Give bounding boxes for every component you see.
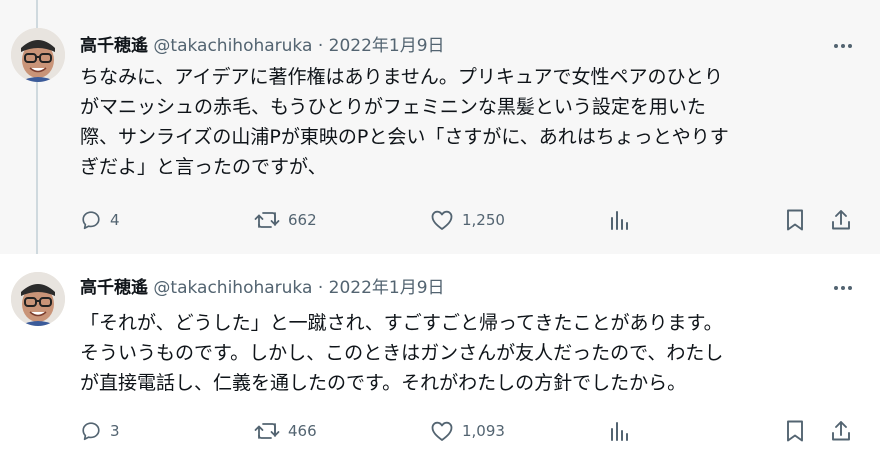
- share-icon: [832, 421, 850, 441]
- separator-dot: ·: [317, 36, 324, 56]
- bookmark-icon: [787, 420, 803, 442]
- reply-button[interactable]: 4: [80, 206, 120, 234]
- tweet-text: ちなみに、アイデアに著作権はありません。プリキュアで女性ペアのひとり がマニッシ…: [80, 66, 729, 178]
- tweet-text: 「それが、どうした」と一蹴され、すごすごと帰ってきたことがあります。 そういうも…: [80, 312, 724, 394]
- more-dots-icon: [834, 286, 852, 290]
- tweet-header: 高千穂遙 @takachihoharuka · 2022年1月9日: [80, 34, 445, 58]
- tweet-header: 高千穂遙 @takachihoharuka · 2022年1月9日: [80, 276, 445, 300]
- separator-dot: ·: [317, 278, 324, 298]
- more-options-button[interactable]: [831, 276, 855, 300]
- reply-icon: [82, 211, 100, 230]
- views-button[interactable]: [608, 206, 630, 234]
- retweet-count: 466: [288, 422, 317, 440]
- heart-icon: [431, 421, 453, 441]
- bookmark-icon: [787, 209, 803, 231]
- reply-icon: [82, 422, 100, 441]
- retweet-count: 662: [288, 211, 317, 229]
- share-button[interactable]: [830, 417, 852, 445]
- tweet-date[interactable]: 2022年1月9日: [329, 278, 445, 298]
- retweet-icon: [254, 423, 280, 439]
- views-chart-icon: [611, 422, 628, 441]
- tweet-actions: 3 466 1,093: [80, 417, 860, 445]
- share-button[interactable]: [830, 206, 852, 234]
- tweet[interactable]: 高千穂遙 @takachihoharuka · 2022年1月9日 「それが、ど…: [0, 254, 880, 471]
- retweet-button[interactable]: 662: [254, 206, 317, 234]
- bookmark-button[interactable]: [784, 206, 806, 234]
- avatar[interactable]: [11, 272, 65, 326]
- avatar[interactable]: [11, 28, 65, 82]
- tweet-actions: 4 662 1,250: [80, 206, 860, 234]
- author-handle[interactable]: @takachihoharuka: [153, 278, 312, 298]
- heart-icon: [431, 210, 453, 230]
- share-icon: [832, 210, 850, 230]
- thread-line: [36, 0, 38, 28]
- like-button[interactable]: 1,093: [430, 417, 505, 445]
- retweet-icon: [254, 212, 280, 228]
- like-button[interactable]: 1,250: [430, 206, 505, 234]
- more-options-button[interactable]: [831, 34, 855, 58]
- like-count: 1,093: [462, 422, 505, 440]
- author-handle[interactable]: @takachihoharuka: [153, 36, 312, 56]
- reply-button[interactable]: 3: [80, 417, 120, 445]
- views-chart-icon: [611, 211, 628, 230]
- more-dots-icon: [834, 44, 852, 48]
- thread-line: [36, 82, 38, 254]
- author-name[interactable]: 高千穂遙: [80, 36, 148, 56]
- retweet-button[interactable]: 466: [254, 417, 317, 445]
- author-name[interactable]: 高千穂遙: [80, 278, 148, 298]
- tweet-date[interactable]: 2022年1月9日: [329, 36, 445, 56]
- like-count: 1,250: [462, 211, 505, 229]
- reply-count: 3: [110, 422, 120, 440]
- bookmark-button[interactable]: [784, 417, 806, 445]
- tweet[interactable]: 高千穂遙 @takachihoharuka · 2022年1月9日 ちなみに、ア…: [0, 0, 880, 254]
- reply-count: 4: [110, 211, 120, 229]
- views-button[interactable]: [608, 417, 630, 445]
